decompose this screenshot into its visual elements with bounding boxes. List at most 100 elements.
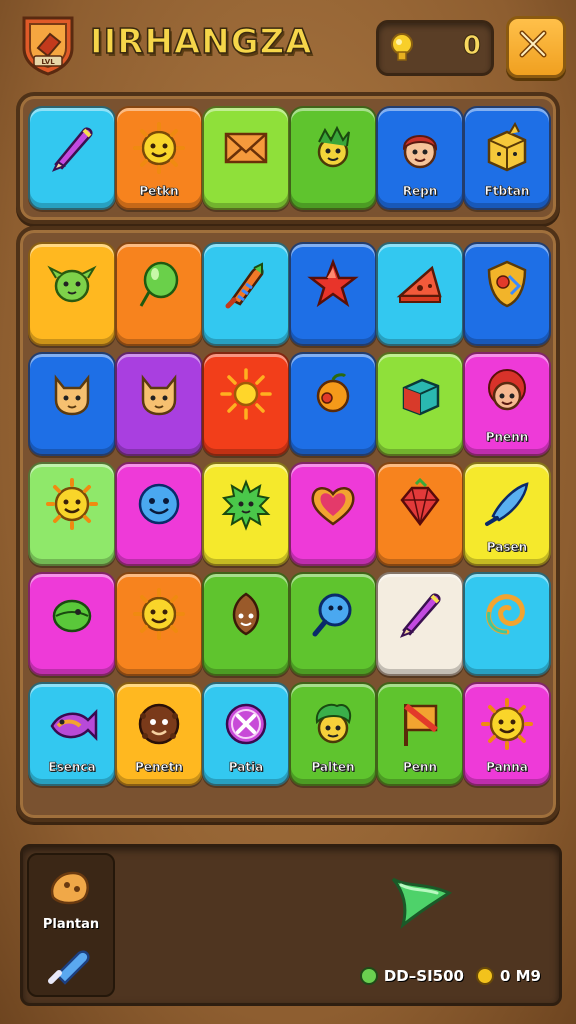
- shield-emblem-icon: LVL: [22, 16, 74, 76]
- top-row-tile[interactable]: [289, 106, 377, 210]
- spiky-creature-icon: [221, 479, 271, 531]
- spiral-icon: [486, 594, 525, 635]
- green-creature-icon: [47, 265, 97, 303]
- plant-creature-icon: [317, 125, 350, 168]
- emblem-badge: LVL: [20, 14, 76, 76]
- boy-face-icon: [402, 135, 438, 169]
- top-row-tile[interactable]: Ftbtan: [463, 106, 551, 210]
- coin-stat: 0 M9: [475, 967, 541, 985]
- grid-tile[interactable]: [289, 572, 377, 676]
- coin-icon: [475, 967, 494, 985]
- grid-tile[interactable]: [115, 462, 203, 566]
- orange-fruit-icon: [316, 373, 350, 413]
- tile-label: Pasen: [486, 540, 528, 555]
- grid-tile[interactable]: Penetn: [115, 682, 203, 786]
- game-screen: LVL IIRHANGZA 0 Petkn Repn Ftbtan Pnenn Pas…: [0, 0, 576, 1024]
- grid-tile[interactable]: [202, 572, 290, 676]
- smiley-blob-icon: [138, 483, 180, 525]
- grid-tile[interactable]: [202, 462, 290, 566]
- top-row-tile[interactable]: Petkn: [115, 106, 203, 210]
- rocket-icon: [225, 262, 264, 309]
- cat-face-icon: [54, 374, 90, 416]
- grid-tile[interactable]: [28, 352, 116, 456]
- tile-label: Palten: [311, 760, 355, 775]
- grid-tile[interactable]: [376, 462, 464, 566]
- grid-tile[interactable]: [376, 352, 464, 456]
- grid-tile[interactable]: [463, 242, 551, 346]
- box-creature-icon: [487, 121, 527, 172]
- sun-face-icon: [46, 478, 98, 530]
- sun-icon: [220, 368, 272, 420]
- grid-tile[interactable]: [289, 462, 377, 566]
- top-row-tile[interactable]: Repn: [376, 106, 464, 210]
- top-row-tile[interactable]: [28, 106, 116, 210]
- play-arrow-icon[interactable]: [387, 869, 457, 931]
- heart-icon: [311, 487, 355, 526]
- leaf-creature-icon: [52, 599, 92, 633]
- magnifier-icon: [312, 593, 352, 637]
- tile-label: Petkn: [139, 184, 179, 199]
- top-item-row: Petkn Repn Ftbtan: [16, 92, 560, 224]
- leaf-icon: [359, 967, 378, 985]
- game-title: IIRHANGZA: [89, 21, 313, 63]
- energy-stat: DD–SI500: [359, 967, 464, 985]
- grid-tile[interactable]: [28, 462, 116, 566]
- close-icon: [519, 30, 547, 58]
- coin-stat-value: 0 M9: [499, 967, 541, 985]
- emblem-text: LVL: [41, 58, 55, 66]
- grid-tile[interactable]: [202, 242, 290, 346]
- popsicle-icon: [48, 950, 90, 985]
- grid-tile[interactable]: [115, 352, 203, 456]
- cheese-icon: [396, 265, 442, 303]
- coin-counter: 0: [376, 20, 494, 76]
- tile-label: Ftbtan: [484, 184, 530, 199]
- grid-tile[interactable]: Patia: [202, 682, 290, 786]
- tile-label: Penn: [402, 760, 438, 775]
- bread-icon: [50, 871, 89, 905]
- item-grid: Pnenn Pasen Esenca Penetn Patia Palten Penn Pan…: [16, 226, 560, 822]
- cube-icon: [402, 378, 440, 416]
- tile-label: Patia: [228, 760, 264, 775]
- grid-tile[interactable]: [289, 242, 377, 346]
- close-button[interactable]: [506, 16, 566, 78]
- tile-label: Penetn: [135, 760, 184, 775]
- energy-value: DD–SI500: [383, 967, 464, 985]
- sun-face-icon: [133, 122, 185, 174]
- grid-tile[interactable]: [376, 242, 464, 346]
- grid-tile[interactable]: [28, 572, 116, 676]
- seed-creature-icon: [232, 592, 260, 636]
- grid-tile[interactable]: Esenca: [28, 682, 116, 786]
- grid-tile[interactable]: [115, 572, 203, 676]
- cookie-face-icon: [138, 703, 180, 745]
- balloon-icon: [139, 261, 179, 307]
- pencil-icon: [51, 127, 93, 172]
- grid-tile[interactable]: Palten: [289, 682, 377, 786]
- grid-tile[interactable]: Panna: [463, 682, 551, 786]
- tile-label: Repn: [402, 184, 438, 199]
- cat-face-icon: [141, 374, 177, 416]
- tile-label: Pnenn: [485, 430, 529, 445]
- girl-face-icon: [488, 369, 526, 411]
- grid-tile[interactable]: Pnenn: [463, 352, 551, 456]
- grid-tile[interactable]: [202, 352, 290, 456]
- pencil-icon: [399, 593, 441, 638]
- trophy-icon: [391, 33, 413, 61]
- grid-tile[interactable]: Pasen: [463, 462, 551, 566]
- grid-tile[interactable]: [376, 572, 464, 676]
- coin-count: 0: [462, 31, 481, 62]
- grid-tile[interactable]: [28, 242, 116, 346]
- sun-face-icon: [481, 698, 533, 750]
- star-icon: [307, 258, 359, 308]
- grid-tile[interactable]: [115, 242, 203, 346]
- tile-label: Esenca: [48, 760, 96, 775]
- leaf-boy-icon: [315, 703, 351, 744]
- top-row-tile[interactable]: [202, 106, 290, 210]
- envelope-icon: [224, 132, 268, 164]
- sun-face-icon: [133, 588, 185, 640]
- grid-tile[interactable]: [289, 352, 377, 456]
- grid-tile[interactable]: [463, 572, 551, 676]
- inventory-slot[interactable]: Plantan: [27, 853, 115, 997]
- stats-bar: DD–SI500 0 M9: [359, 967, 541, 985]
- grid-tile[interactable]: Penn: [376, 682, 464, 786]
- cross-circle-icon: [225, 703, 267, 745]
